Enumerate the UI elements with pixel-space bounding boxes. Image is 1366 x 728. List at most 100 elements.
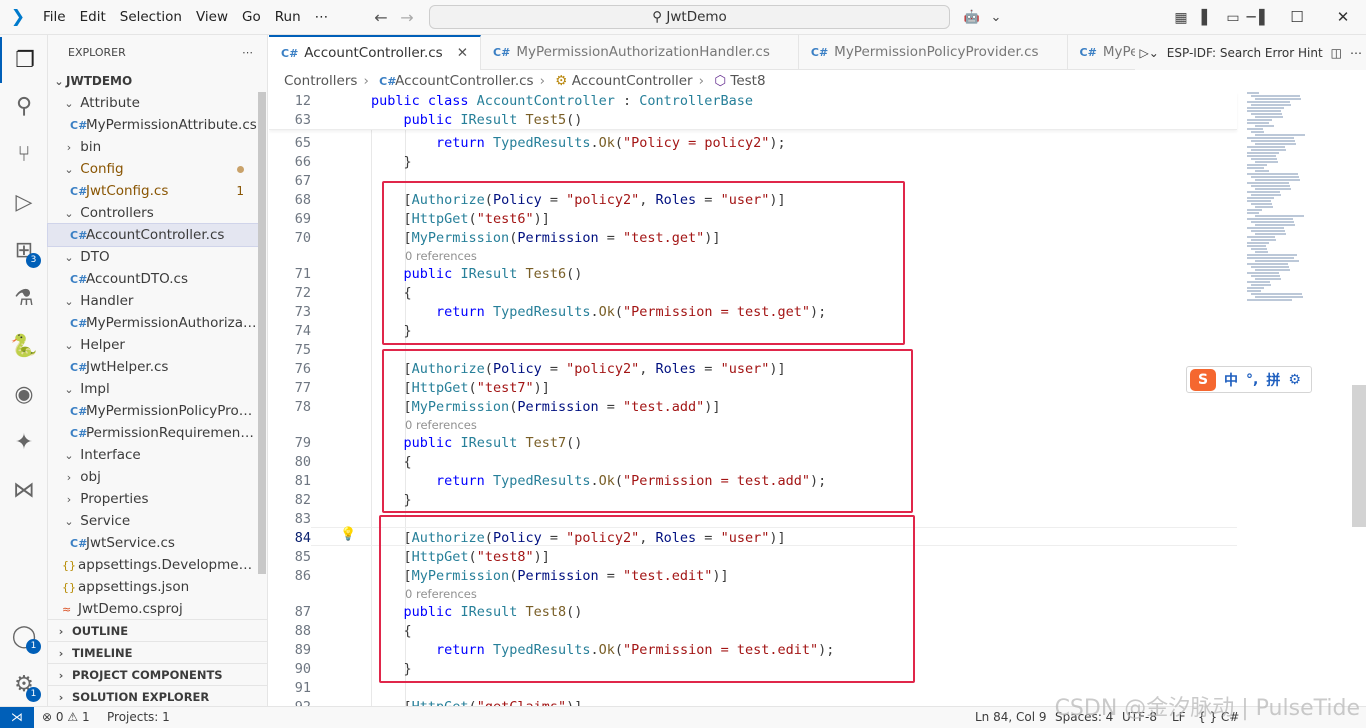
tree-folder-impl[interactable]: ⌄ Impl bbox=[48, 378, 258, 400]
sticky-line[interactable]: public class AccountController : Control… bbox=[371, 92, 753, 111]
tree-file-mypermissionattribute[interactable]: C#MyPermissionAttribute.cs bbox=[48, 114, 258, 136]
copilot-icon[interactable]: 🤖 bbox=[960, 10, 984, 25]
minimap[interactable] bbox=[1243, 92, 1343, 312]
run-icon[interactable]: ▷⌄ bbox=[1135, 46, 1162, 60]
minimap-line bbox=[1255, 224, 1295, 226]
tree-file-mypermissionpolicyprovider[interactable]: C#MyPermissionPolicyProvid⋯ bbox=[48, 400, 258, 422]
tree-file-jwthelper[interactable]: C#JwtHelper.cs bbox=[48, 356, 258, 378]
section-timeline[interactable]: › TIMELINE bbox=[48, 641, 268, 663]
code-line[interactable]: } bbox=[371, 153, 412, 172]
command-center[interactable]: ⚲ JwtDemo bbox=[429, 5, 950, 29]
sticky-line[interactable]: public IResult Test5() bbox=[371, 111, 583, 130]
breadcrumb-item[interactable]: AccountController.cs bbox=[395, 73, 533, 89]
minimap-line bbox=[1255, 170, 1269, 172]
lightbulb-icon[interactable]: 💡 bbox=[340, 527, 356, 542]
code-line[interactable]: return TypedResults.Ok("Policy = policy2… bbox=[371, 134, 786, 153]
tree-file-jwtconfig[interactable]: C#JwtConfig.cs 1 bbox=[48, 180, 258, 202]
tree-file-mypermissionauthorizationhandler[interactable]: C#MyPermissionAuthorizatio⋯ bbox=[48, 312, 258, 334]
tree-folder-obj[interactable]: › obj bbox=[48, 466, 258, 488]
back-arrow-icon[interactable]: ← bbox=[368, 8, 394, 27]
tree-file-permissionrequirement[interactable]: C#PermissionRequirement.cs bbox=[48, 422, 258, 444]
tree-folder-controllers[interactable]: ⌄ Controllers bbox=[48, 202, 258, 224]
csharp-file-icon: C# bbox=[493, 46, 511, 59]
section-project-components[interactable]: › PROJECT COMPONENTS bbox=[48, 663, 268, 685]
close-tab-icon[interactable]: ✕ bbox=[457, 45, 468, 61]
chevron-down-icon: ⌄ bbox=[64, 295, 74, 308]
tree-file-appsettings[interactable]: {} appsettings.json bbox=[48, 576, 258, 598]
tree-folder-attribute[interactable]: ⌄ Attribute bbox=[48, 92, 258, 114]
minimize-icon[interactable]: ─ bbox=[1228, 0, 1274, 35]
tree-folder-interface[interactable]: ⌄ Interface bbox=[48, 444, 258, 466]
explorer-sidebar: EXPLORER ⋯ ⌄ JWTDEMO ⌄ Attribute C#MyPerm… bbox=[47, 35, 268, 707]
tree-file-appsettings-development[interactable]: {}appsettings.Development.js⋯ bbox=[48, 554, 258, 576]
source-control-icon[interactable]: ⑂ bbox=[0, 131, 48, 177]
tree-folder-config[interactable]: ⌄ Config bbox=[48, 158, 258, 180]
esp-idf-icon[interactable]: ◉ bbox=[0, 371, 48, 417]
python-icon[interactable]: 🐍 bbox=[0, 323, 48, 369]
breadcrumb-item[interactable]: Controllers bbox=[284, 73, 357, 89]
tree-folder-bin[interactable]: › bin bbox=[48, 136, 258, 158]
ime-mode-chinese[interactable]: 中 bbox=[1224, 370, 1238, 390]
section-solution-explorer[interactable]: › SOLUTION EXPLORER bbox=[48, 685, 268, 707]
more-actions-icon[interactable]: ⋯ bbox=[1346, 46, 1366, 60]
workspace-root[interactable]: ⌄ JWTDEMO bbox=[48, 70, 258, 92]
tree-folder-properties[interactable]: › Properties bbox=[48, 488, 258, 510]
more-actions-icon[interactable]: ⋯ bbox=[242, 35, 253, 70]
tree-item-label: Interface bbox=[80, 447, 141, 463]
menu-file[interactable]: File bbox=[36, 0, 73, 35]
search-activity-icon[interactable]: ⚲ bbox=[0, 83, 48, 129]
menu-more[interactable]: ⋯ bbox=[308, 0, 336, 35]
close-icon[interactable]: ✕ bbox=[1320, 0, 1366, 35]
section-outline[interactable]: › OUTLINE bbox=[48, 619, 268, 641]
tree-file-accountcontroller[interactable]: C#AccountController.cs bbox=[47, 223, 259, 247]
problems-indicator[interactable]: ⊗ 0 ⚠ 1 bbox=[42, 707, 90, 728]
tree-folder-helper[interactable]: ⌄ Helper bbox=[48, 334, 258, 356]
cursor-position[interactable]: Ln 84, Col 9 bbox=[975, 707, 1047, 728]
extensions-icon[interactable]: ⊞ 3 bbox=[0, 227, 48, 273]
tab-mypermissionauthorizationhandler[interactable]: C# MyPermissionAuthorizationHandler.cs bbox=[481, 35, 799, 70]
minimap-line bbox=[1247, 263, 1288, 265]
code-editor[interactable]: 💡 12 public class AccountController : Co… bbox=[269, 92, 1366, 706]
ime-pinyin[interactable]: 拼 bbox=[1266, 370, 1280, 390]
projects-status[interactable]: Projects: 1 bbox=[107, 707, 170, 728]
sidebar-scrollbar[interactable] bbox=[258, 92, 266, 574]
menu-edit[interactable]: Edit bbox=[73, 0, 113, 35]
chevron-down-icon[interactable]: ⌄ bbox=[984, 10, 1008, 25]
editor-actions: ▷⌄ ESP-IDF: Search Error Hint ◫ ⋯ bbox=[1135, 35, 1366, 70]
tree-file-jwtservice[interactable]: C#JwtService.cs bbox=[48, 532, 258, 554]
tree-folder-service[interactable]: ⌄ Service bbox=[48, 510, 258, 532]
testing-icon[interactable]: ⚗ bbox=[0, 275, 48, 321]
run-debug-icon[interactable]: ▷ bbox=[0, 179, 48, 225]
accounts-icon[interactable]: ◯ 1 bbox=[0, 613, 48, 659]
remote-icon[interactable]: ⋊ bbox=[0, 707, 34, 728]
toggle-sidebar-icon[interactable]: ▌ bbox=[1194, 10, 1220, 26]
breadcrumb-item[interactable]: Test8 bbox=[730, 73, 765, 89]
customize-layout-icon[interactable]: ▦ bbox=[1168, 10, 1194, 26]
forward-arrow-icon[interactable]: → bbox=[394, 8, 420, 27]
tree-folder-dto[interactable]: ⌄ DTO bbox=[48, 246, 258, 268]
split-editor-icon[interactable]: ◫ bbox=[1327, 46, 1346, 60]
explorer-icon[interactable]: ❐ bbox=[0, 37, 48, 83]
code-line[interactable]: [HttpGet("getClaims")] bbox=[371, 698, 583, 706]
tab-mypermissionpolicyprovider[interactable]: C# MyPermissionPolicyProvider.cs bbox=[799, 35, 1068, 70]
menu-go[interactable]: Go bbox=[235, 0, 268, 35]
editor-scrollbar[interactable] bbox=[1352, 385, 1366, 527]
menu-run[interactable]: Run bbox=[268, 0, 308, 35]
ime-toolbar[interactable]: S 中 °, 拼 ⚙ bbox=[1186, 366, 1312, 393]
tree-item-label: MyPermissionAuthorizatio⋯ bbox=[86, 315, 258, 331]
ime-settings-gear-icon[interactable]: ⚙ bbox=[1288, 372, 1301, 388]
tree-folder-handler[interactable]: ⌄ Handler bbox=[48, 290, 258, 312]
menu-view[interactable]: View bbox=[189, 0, 235, 35]
remote-explorer-icon[interactable]: ✦ bbox=[0, 419, 48, 465]
breadcrumb-item[interactable]: AccountController bbox=[572, 73, 693, 89]
manage-gear-icon[interactable]: ⚙ 1 bbox=[0, 661, 48, 707]
ime-punctuation[interactable]: °, bbox=[1246, 372, 1258, 388]
menu-selection[interactable]: Selection bbox=[113, 0, 189, 35]
esp-idf-search-button[interactable]: ESP-IDF: Search Error Hint bbox=[1163, 46, 1327, 60]
line-number: 68 bbox=[294, 192, 311, 208]
tree-file-csproj[interactable]: ≈ JwtDemo.csproj bbox=[48, 598, 258, 620]
maximize-icon[interactable]: ☐ bbox=[1274, 0, 1320, 35]
tab-accountcontroller[interactable]: C# AccountController.cs ✕ bbox=[269, 35, 482, 70]
visual-studio-icon[interactable]: ⋈ bbox=[0, 467, 48, 513]
tree-file-accountdto[interactable]: C#AccountDTO.cs bbox=[48, 268, 258, 290]
